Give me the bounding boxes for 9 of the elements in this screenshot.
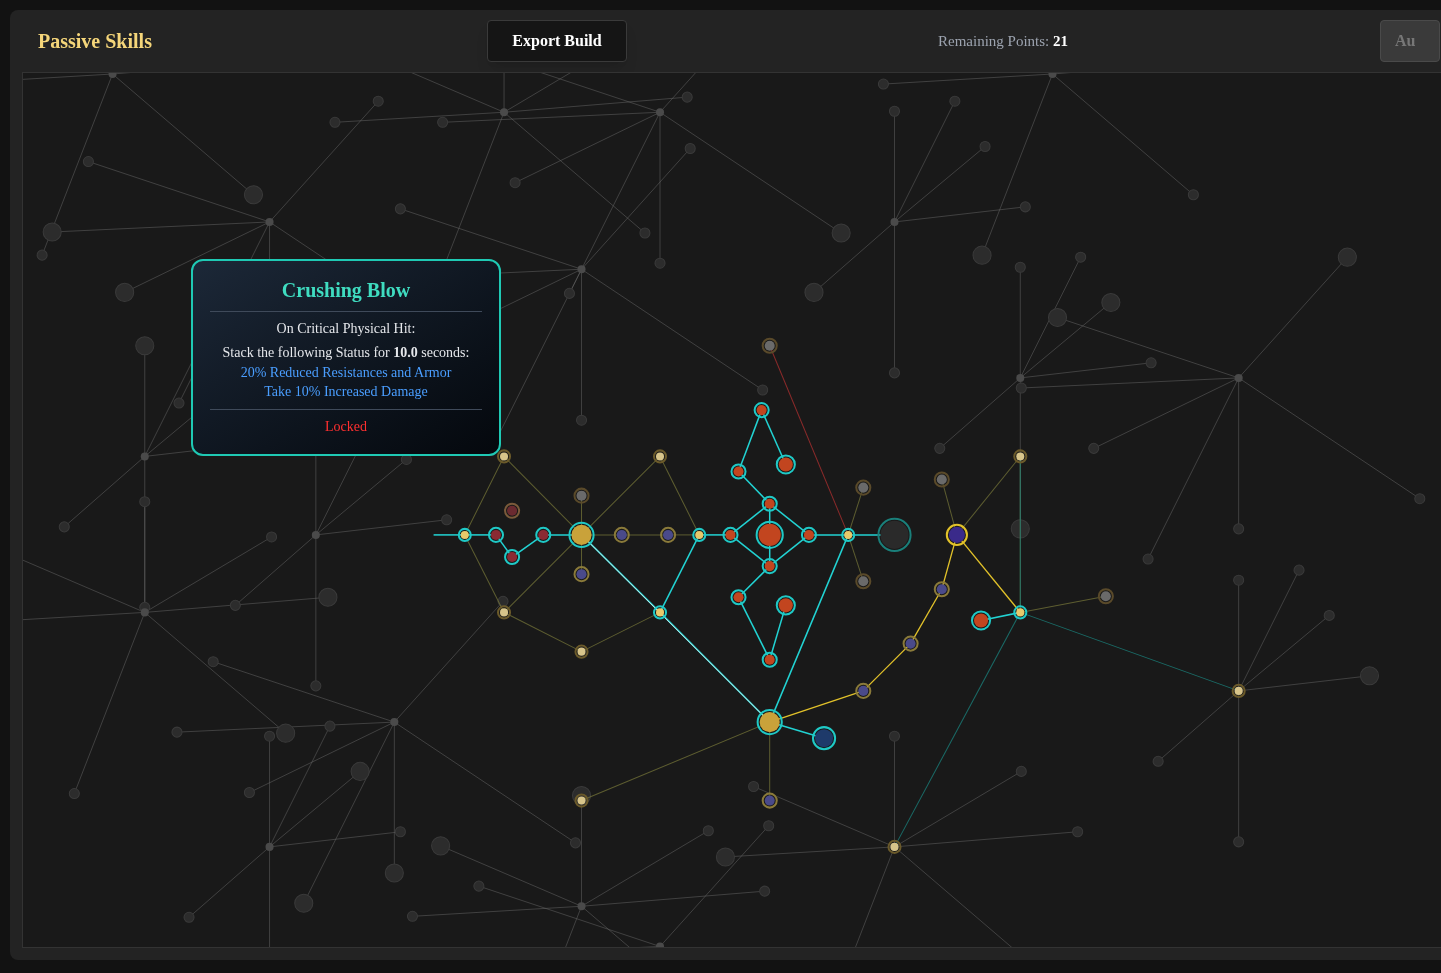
tooltip-effect: 20% Reduced Resistances and Armor xyxy=(239,364,453,382)
page-title: Passive Skills xyxy=(38,29,153,54)
export-build-button[interactable]: Export Build xyxy=(487,20,627,62)
tooltip-trigger: On Critical Physical Hit: xyxy=(275,320,417,338)
tooltip-title: Crushing Blow xyxy=(280,278,412,303)
tooltip-lock-status: Locked xyxy=(324,418,368,436)
tooltip-effect: Take 10% Increased Damage xyxy=(263,383,429,401)
tooltip-status-line: Stack the following Status for 10.0 seconds: xyxy=(221,344,471,362)
remaining-points: Remaining Points: 21 xyxy=(938,31,1068,51)
